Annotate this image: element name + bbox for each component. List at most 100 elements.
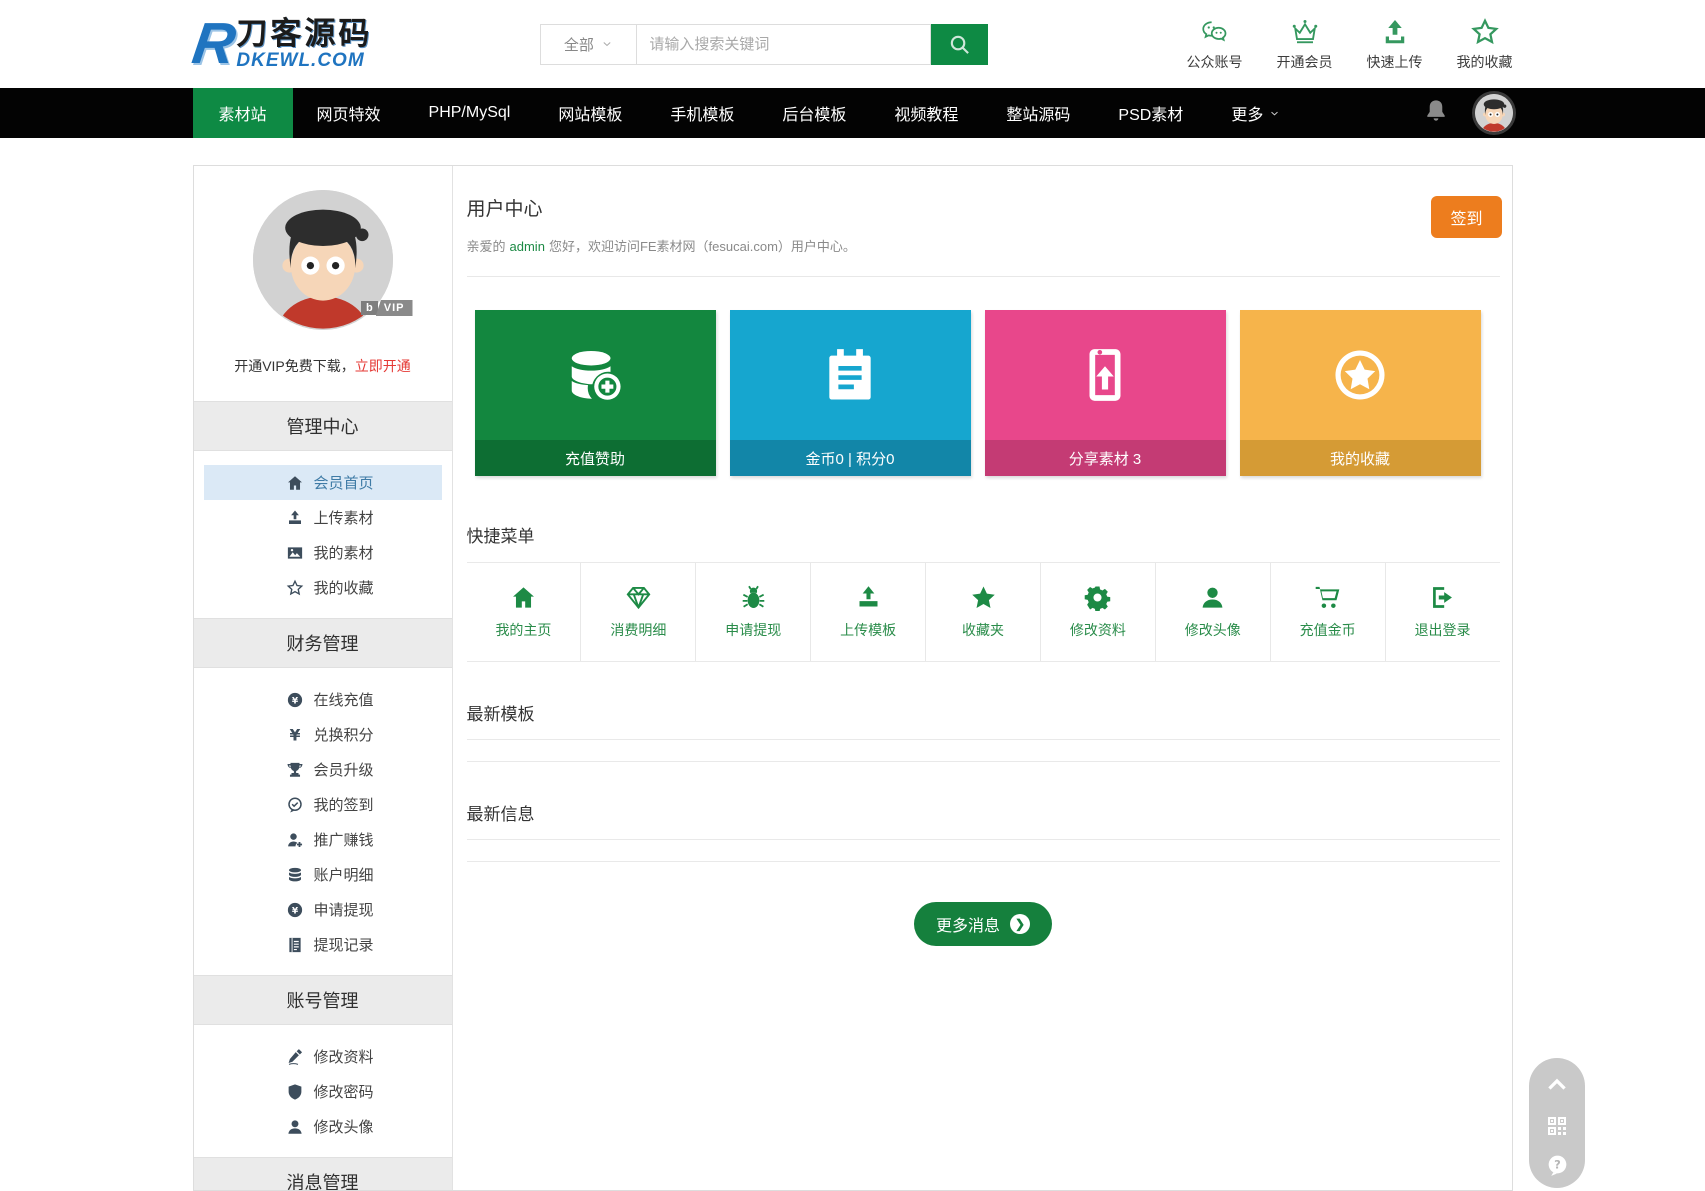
sidebar-item-member-upgrade[interactable]: 会员升级: [204, 752, 442, 787]
nav-item-effects[interactable]: 网页特效: [293, 88, 405, 138]
shield-icon: [286, 1083, 304, 1101]
nav-item-video-tutorials[interactable]: 视频教程: [870, 88, 982, 138]
sidebar-item-promotion[interactable]: 推广赚钱: [204, 822, 442, 857]
latest-news-title: 最新信息: [466, 800, 1500, 840]
image-icon: [286, 544, 304, 562]
quick-menu-recharge-coins[interactable]: 充值金币: [1269, 563, 1385, 661]
question-icon: [1545, 1153, 1570, 1178]
card-coins-points[interactable]: 金币0 | 积分0: [729, 310, 971, 476]
qr-code-button[interactable]: [1545, 1114, 1569, 1138]
page-title: 用户中心: [466, 199, 543, 220]
quick-menu-withdraw-apply[interactable]: 申请提现: [695, 563, 810, 661]
welcome-prefix: 亲爱的: [466, 239, 506, 254]
nav-item-material[interactable]: 素材站: [192, 88, 293, 138]
nav-item-admin-templates[interactable]: 后台模板: [758, 88, 870, 138]
quick-menu-spending-detail[interactable]: 消费明细: [580, 563, 695, 661]
card-label: 充值赞助: [474, 440, 716, 476]
quick-menu-change-avatar[interactable]: 修改头像: [1154, 563, 1270, 661]
star-icon: [286, 579, 304, 597]
quick-menu: 我的主页 消费明细 申请提现 上传模板 收藏夹 修改资料 修改头像 充值金币 退…: [466, 563, 1500, 662]
gear-icon: [1084, 584, 1111, 611]
sidebar-item-account-detail[interactable]: 账户明细: [204, 857, 442, 892]
user-avatar[interactable]: b VIP: [252, 190, 413, 330]
welcome-suffix: 您好，欢迎访问FE素材网（fesucai.com）用户中心。: [548, 239, 856, 254]
quick-menu-logout[interactable]: 退出登录: [1384, 563, 1500, 661]
nav-item-php[interactable]: PHP/MySql: [405, 88, 535, 138]
sidebar-item-change-avatar[interactable]: 修改头像: [204, 1109, 442, 1144]
vip-badge: b VIP: [361, 300, 413, 316]
cart-icon: [1314, 584, 1341, 611]
qr-code-icon: [1545, 1114, 1569, 1138]
sidebar-item-change-password[interactable]: 修改密码: [204, 1074, 442, 1109]
header-link-vip[interactable]: 开通会员: [1277, 17, 1333, 72]
sidebar-item-my-favorites[interactable]: 我的收藏: [204, 570, 442, 605]
header-link-label: 快速上传: [1366, 53, 1423, 70]
nav-item-mobile-templates[interactable]: 手机模板: [646, 88, 758, 138]
search-button[interactable]: [931, 23, 989, 65]
search-bar: 全部: [540, 23, 989, 65]
quick-menu-my-homepage[interactable]: 我的主页: [467, 563, 581, 661]
document-icon: [286, 936, 304, 954]
vip-activate-link[interactable]: 立即开通: [355, 358, 411, 374]
card-shared-material[interactable]: 分享素材 3: [984, 310, 1226, 476]
back-to-top-button[interactable]: [1543, 1071, 1571, 1099]
logout-icon: [1429, 584, 1456, 611]
sidebar-item-exchange-points[interactable]: 兑换积分: [204, 717, 442, 752]
upload-icon: [855, 584, 882, 611]
sidebar-item-withdraw-apply[interactable]: 申请提现: [204, 892, 442, 927]
header-link-label: 公众账号: [1186, 53, 1243, 70]
share-device-icon: [1074, 344, 1136, 406]
welcome-text: 亲爱的 admin 您好，欢迎访问FE素材网（fesucai.com）用户中心。: [467, 236, 1500, 255]
nav-item-full-source[interactable]: 整站源码: [982, 88, 1094, 138]
sidebar-section-account: 账号管理: [193, 975, 452, 1025]
nav-item-web-templates[interactable]: 网站模板: [534, 88, 646, 138]
notification-bell-button[interactable]: [1423, 98, 1449, 129]
card-recharge[interactable]: 充值赞助: [474, 310, 716, 476]
avatar-image: [1475, 94, 1513, 132]
coins-plus-icon: [564, 344, 626, 406]
upload-icon: [286, 509, 304, 527]
card-my-favorites[interactable]: 我的收藏: [1239, 310, 1481, 476]
user-plus-icon: [286, 831, 304, 849]
header-link-wechat[interactable]: 公众账号: [1187, 17, 1243, 72]
quick-menu-edit-profile[interactable]: 修改资料: [1039, 563, 1155, 661]
sidebar-item-online-recharge[interactable]: 在线充值: [204, 682, 442, 717]
wechat-icon: [1200, 17, 1230, 47]
quick-menu-upload-template[interactable]: 上传模板: [810, 563, 925, 661]
nav-item-psd[interactable]: PSD素材: [1094, 88, 1207, 138]
search-icon: [948, 33, 971, 56]
search-category-select[interactable]: 全部: [540, 23, 637, 65]
quick-menu-favorites[interactable]: 收藏夹: [925, 563, 1040, 661]
sidebar-item-edit-profile[interactable]: 修改资料: [204, 1039, 442, 1074]
search-category-value: 全部: [563, 36, 594, 54]
home-icon: [510, 584, 537, 611]
coins-icon: [286, 866, 304, 884]
help-button[interactable]: [1545, 1153, 1570, 1178]
signin-button[interactable]: 签到: [1431, 196, 1502, 238]
floating-toolbar: [1529, 1058, 1585, 1188]
sidebar-item-member-home[interactable]: 会员首页: [203, 465, 442, 500]
nav-user-avatar[interactable]: [1474, 94, 1513, 132]
logo-domain: DKEWL.COM: [236, 50, 365, 71]
more-messages-label: 更多消息: [935, 918, 1000, 935]
star-medal-icon: [1329, 344, 1391, 406]
nav-item-more[interactable]: 更多: [1207, 88, 1305, 138]
sidebar-section-messages: 消息管理: [193, 1157, 452, 1190]
notebook-icon: [819, 344, 881, 406]
header-link-upload[interactable]: 快速上传: [1367, 17, 1423, 72]
latest-news-empty: [466, 840, 1500, 862]
sidebar-item-withdraw-record[interactable]: 提现记录: [204, 927, 442, 962]
yen-circle-icon: [286, 901, 304, 919]
vip-promo-text: 开通VIP免费下载，立即开通: [234, 356, 411, 376]
card-label: 金币0 | 积分0: [729, 440, 971, 476]
chevron-down-icon: [600, 37, 614, 51]
sidebar-item-my-signin[interactable]: 我的签到: [204, 787, 442, 822]
sidebar-item-my-material[interactable]: 我的素材: [204, 535, 442, 570]
sidebar-item-upload-material[interactable]: 上传素材: [204, 500, 442, 535]
card-label: 我的收藏: [1239, 440, 1481, 476]
more-messages-button[interactable]: 更多消息 ❯: [913, 902, 1052, 946]
site-logo[interactable]: R 刀客源码 DKEWL.COM: [188, 11, 373, 76]
search-input[interactable]: [636, 23, 932, 65]
header-link-favorites[interactable]: 我的收藏: [1457, 17, 1513, 72]
yen-circle-icon: [286, 691, 304, 709]
